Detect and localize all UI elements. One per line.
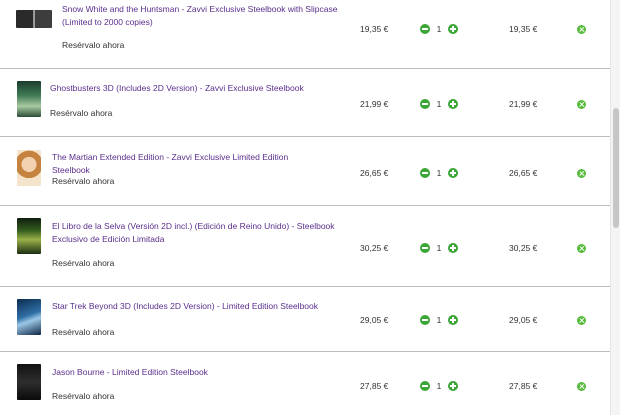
minus-circle-icon[interactable] bbox=[420, 24, 430, 34]
cart-row-snow-white: Snow White and the Huntsman - Zavvi Excl… bbox=[0, 0, 610, 69]
product-thumbnail[interactable] bbox=[17, 81, 41, 117]
line-total: 27,85 € bbox=[509, 381, 538, 391]
quantity-value: 1 bbox=[436, 243, 442, 253]
cart-row-ghostbusters: Ghostbusters 3D (Includes 2D Version) - … bbox=[0, 69, 610, 137]
plus-circle-icon[interactable] bbox=[447, 243, 458, 253]
remove-item-icon[interactable] bbox=[577, 100, 586, 109]
product-title-link[interactable]: El Libro de la Selva (Versión 2D incl.) … bbox=[52, 220, 342, 246]
preorder-label: Resérvalo ahora bbox=[52, 176, 115, 186]
plus-circle-icon[interactable] bbox=[447, 24, 458, 34]
remove-item-icon[interactable] bbox=[577, 382, 586, 391]
product-title-link[interactable]: The Martian Extended Edition - Zavvi Exc… bbox=[52, 151, 327, 177]
product-thumbnail[interactable] bbox=[16, 10, 52, 28]
cart-row-the-martian: The Martian Extended Edition - Zavvi Exc… bbox=[0, 137, 610, 206]
cart-row-libro-selva: El Libro de la Selva (Versión 2D incl.) … bbox=[0, 206, 610, 287]
unit-price: 19,35 € bbox=[360, 24, 389, 34]
minus-circle-icon[interactable] bbox=[420, 243, 430, 253]
plus-circle-icon[interactable] bbox=[447, 315, 458, 325]
product-thumbnail[interactable] bbox=[17, 364, 41, 400]
scrollbar-thumb[interactable] bbox=[613, 108, 619, 228]
quantity-stepper: 1 bbox=[420, 314, 458, 326]
quantity-value: 1 bbox=[436, 99, 442, 109]
remove-item-icon[interactable] bbox=[577, 169, 586, 178]
quantity-stepper: 1 bbox=[420, 23, 458, 35]
vertical-scrollbar[interactable] bbox=[610, 0, 620, 415]
cart-row-star-trek: Star Trek Beyond 3D (Includes 2D Version… bbox=[0, 287, 610, 352]
remove-item-icon[interactable] bbox=[577, 25, 586, 34]
unit-price: 29,05 € bbox=[360, 315, 389, 325]
quantity-value: 1 bbox=[436, 315, 442, 325]
remove-item-icon[interactable] bbox=[577, 316, 586, 325]
quantity-stepper: 1 bbox=[420, 167, 458, 179]
product-thumbnail[interactable] bbox=[17, 299, 41, 335]
product-title-link[interactable]: Jason Bourne - Limited Edition Steelbook bbox=[52, 366, 327, 379]
line-total: 21,99 € bbox=[509, 99, 538, 109]
product-title-link[interactable]: Star Trek Beyond 3D (Includes 2D Version… bbox=[52, 300, 327, 313]
line-total: 26,65 € bbox=[509, 168, 538, 178]
unit-price: 30,25 € bbox=[360, 243, 389, 253]
preorder-label: Resérvalo ahora bbox=[52, 258, 115, 268]
line-total: 19,35 € bbox=[509, 24, 538, 34]
product-thumbnail[interactable] bbox=[17, 150, 41, 186]
quantity-value: 1 bbox=[436, 381, 442, 391]
minus-circle-icon[interactable] bbox=[420, 99, 430, 109]
preorder-label: Resérvalo ahora bbox=[62, 40, 125, 50]
minus-circle-icon[interactable] bbox=[420, 168, 430, 178]
preorder-label: Resérvalo ahora bbox=[50, 108, 113, 118]
quantity-stepper: 1 bbox=[420, 380, 458, 392]
quantity-stepper: 1 bbox=[420, 242, 458, 254]
quantity-value: 1 bbox=[436, 24, 442, 34]
preorder-label: Resérvalo ahora bbox=[52, 391, 115, 401]
product-thumbnail[interactable] bbox=[17, 218, 41, 254]
plus-circle-icon[interactable] bbox=[447, 168, 458, 178]
preorder-label: Resérvalo ahora bbox=[52, 327, 115, 337]
plus-circle-icon[interactable] bbox=[447, 99, 458, 109]
cart-row-jason-bourne: Jason Bourne - Limited Edition Steelbook… bbox=[0, 352, 610, 415]
quantity-value: 1 bbox=[436, 168, 442, 178]
plus-circle-icon[interactable] bbox=[447, 381, 458, 391]
minus-circle-icon[interactable] bbox=[420, 381, 430, 391]
unit-price: 21,99 € bbox=[360, 99, 389, 109]
line-total: 30,25 € bbox=[509, 243, 538, 253]
product-title-link[interactable]: Snow White and the Huntsman - Zavvi Excl… bbox=[62, 3, 342, 29]
unit-price: 26,65 € bbox=[360, 168, 389, 178]
product-title-link[interactable]: Ghostbusters 3D (Includes 2D Version) - … bbox=[50, 82, 325, 95]
remove-item-icon[interactable] bbox=[577, 244, 586, 253]
minus-circle-icon[interactable] bbox=[420, 315, 430, 325]
line-total: 29,05 € bbox=[509, 315, 538, 325]
unit-price: 27,85 € bbox=[360, 381, 389, 391]
quantity-stepper: 1 bbox=[420, 98, 458, 110]
